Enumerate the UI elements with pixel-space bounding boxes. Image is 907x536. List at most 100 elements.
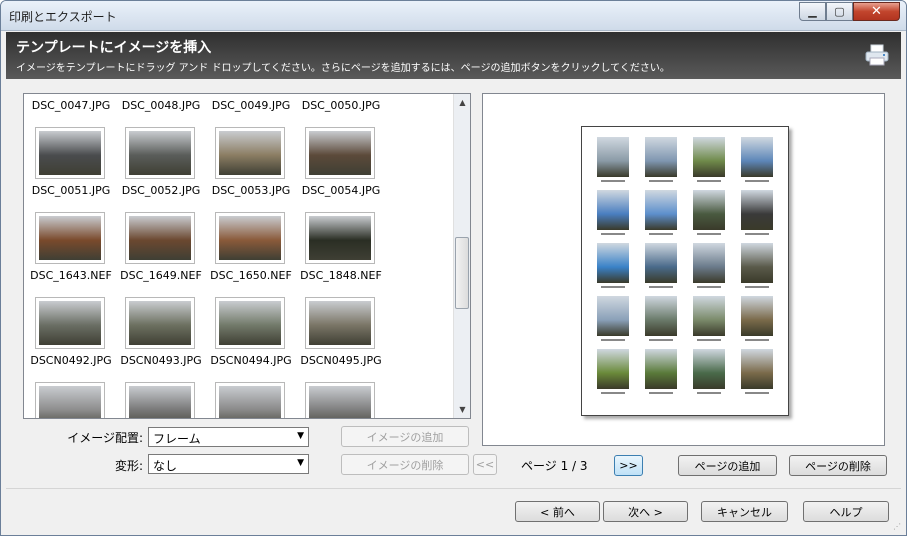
resize-grip-icon[interactable]: ⋰	[893, 522, 903, 532]
page-indicator: ページ 1 / 3	[521, 459, 588, 473]
thumbnail-image[interactable]	[305, 127, 375, 179]
printer-icon	[865, 44, 889, 66]
thumbnail-image[interactable]	[215, 212, 285, 264]
minimize-icon: ▁	[808, 5, 817, 18]
thumbnail-item[interactable]: DSC_1650.NEF	[210, 212, 292, 292]
thumbnail-item[interactable]: DSC_0054.JPG	[302, 127, 380, 207]
preview-photo-slot[interactable]	[645, 243, 677, 288]
thumbnail-item[interactable]	[125, 382, 197, 418]
thumbnail-filename: DSC_0050.JPG	[301, 99, 381, 112]
thumbnail-item[interactable]	[35, 382, 107, 418]
thumbnail-item[interactable]: DSCN0495.JPG	[300, 297, 382, 377]
thumbnail-image[interactable]	[215, 382, 285, 418]
thumbnail-scrollbar[interactable]: ▲ ▼	[453, 94, 470, 418]
thumbnail-image[interactable]	[125, 297, 195, 349]
instruction-header: テンプレートにイメージを挿入 イメージをテンプレートにドラッグ アンド ドロップ…	[6, 32, 901, 79]
thumbnail-image[interactable]	[35, 93, 105, 94]
scroll-thumb[interactable]	[455, 237, 469, 309]
back-button[interactable]: < 前へ	[515, 501, 600, 522]
preview-photo-slot[interactable]	[693, 190, 725, 235]
thumbnail-item[interactable]: DSC_0047.JPG	[32, 93, 111, 122]
cancel-button[interactable]: キャンセル	[701, 501, 788, 522]
thumbnail-item[interactable]: DSC_0050.JPG	[302, 93, 381, 122]
page-preview-panel[interactable]	[482, 93, 885, 446]
thumbnail-item[interactable]: DSC_1649.NEF	[120, 212, 202, 292]
add-page-button[interactable]: ページの追加	[678, 455, 777, 476]
add-image-button[interactable]: イメージの追加	[341, 426, 469, 447]
preview-page[interactable]	[581, 126, 789, 416]
previous-page-button[interactable]: <<	[473, 454, 497, 475]
delete-page-button[interactable]: ページの削除	[789, 455, 887, 476]
preview-photo-slot[interactable]	[645, 137, 677, 182]
thumbnail-item[interactable]: DSC_1643.NEF	[30, 212, 112, 292]
thumbnail-filename: DSCN0492.JPG	[30, 354, 112, 367]
thumbnail-image[interactable]	[215, 297, 285, 349]
thumbnail-image[interactable]	[125, 127, 195, 179]
preview-photo-slot[interactable]	[741, 296, 773, 341]
chevron-down-icon: ▼	[297, 458, 304, 468]
preview-photo-slot[interactable]	[597, 296, 629, 341]
thumbnail-image[interactable]	[215, 93, 285, 94]
thumbnail-filename: DSCN0494.JPG	[210, 354, 292, 367]
thumbnail-image[interactable]	[305, 93, 375, 94]
thumbnail-image[interactable]	[305, 212, 375, 264]
preview-photo-slot[interactable]	[645, 296, 677, 341]
close-icon: ✕	[871, 4, 882, 19]
help-button[interactable]: ヘルプ	[803, 501, 889, 522]
thumbnail-item[interactable]	[305, 382, 377, 418]
title-bar[interactable]: 印刷とエクスポート ▁ ▢ ✕	[1, 1, 906, 31]
preview-photo-slot[interactable]	[693, 243, 725, 288]
thumbnail-image[interactable]	[305, 382, 375, 418]
preview-photo-slot[interactable]	[693, 349, 725, 394]
thumbnail-image[interactable]	[35, 382, 105, 418]
preview-photo-slot[interactable]	[741, 137, 773, 182]
next-button[interactable]: 次へ >	[603, 501, 688, 522]
thumbnail-item[interactable]: DSC_0051.JPG	[32, 127, 110, 207]
preview-photo-slot[interactable]	[741, 190, 773, 235]
thumbnail-item[interactable]: DSCN0492.JPG	[30, 297, 112, 377]
preview-photo-slot[interactable]	[597, 243, 629, 288]
close-button[interactable]: ✕	[853, 2, 900, 21]
preview-photo-slot[interactable]	[645, 190, 677, 235]
thumbnail-item[interactable]: DSCN0493.JPG	[120, 297, 202, 377]
thumbnail-item[interactable]: DSCN0494.JPG	[210, 297, 292, 377]
thumbnail-image[interactable]	[215, 127, 285, 179]
thumbnail-item[interactable]: DSC_0048.JPG	[122, 93, 201, 122]
thumbnail-item[interactable]: DSC_0052.JPG	[122, 127, 200, 207]
header-subtitle: イメージをテンプレートにドラッグ アンド ドロップしてください。さらにページを追…	[16, 63, 670, 74]
thumbnail-item[interactable]: DSC_0049.JPG	[212, 93, 291, 122]
thumbnail-image[interactable]	[35, 212, 105, 264]
thumbnail-image[interactable]	[305, 297, 375, 349]
thumbnail-image[interactable]	[125, 382, 195, 418]
preview-photo-slot[interactable]	[597, 190, 629, 235]
transform-label: 変形:	[114, 459, 143, 473]
maximize-button[interactable]: ▢	[826, 2, 853, 21]
footer-divider	[6, 488, 901, 489]
minimize-button[interactable]: ▁	[799, 2, 826, 21]
thumbnail-filename: DSC_1643.NEF	[30, 269, 112, 282]
preview-photo-slot[interactable]	[645, 349, 677, 394]
preview-photo-slot[interactable]	[597, 137, 629, 182]
chevron-down-icon: ▼	[297, 431, 304, 441]
transform-select[interactable]: なし ▼	[148, 454, 309, 474]
thumbnail-filename: DSC_1848.NEF	[300, 269, 382, 282]
thumbnail-image[interactable]	[35, 127, 105, 179]
image-thumbnail-list[interactable]: DSC_0047.JPG DSC_0048.JPG DSC_0049.JPG DSC_…	[23, 93, 471, 419]
preview-photo-slot[interactable]	[693, 296, 725, 341]
preview-photo-slot[interactable]	[741, 243, 773, 288]
scroll-down-arrow-icon[interactable]: ▼	[454, 401, 470, 418]
thumbnail-item[interactable]: DSC_1848.NEF	[300, 212, 382, 292]
preview-photo-slot[interactable]	[741, 349, 773, 394]
thumbnail-image[interactable]	[125, 212, 195, 264]
thumbnail-image[interactable]	[125, 93, 195, 94]
remove-image-button[interactable]: イメージの削除	[341, 454, 469, 475]
thumbnail-image[interactable]	[35, 297, 105, 349]
next-page-button[interactable]: >>	[614, 455, 643, 476]
preview-photo-slot[interactable]	[693, 137, 725, 182]
layout-select[interactable]: フレーム ▼	[148, 427, 309, 447]
preview-photo-slot[interactable]	[597, 349, 629, 394]
layout-label: イメージ配置:	[67, 431, 143, 445]
scroll-up-arrow-icon[interactable]: ▲	[454, 94, 470, 111]
thumbnail-item[interactable]	[215, 382, 287, 418]
thumbnail-item[interactable]: DSC_0053.JPG	[212, 127, 290, 207]
